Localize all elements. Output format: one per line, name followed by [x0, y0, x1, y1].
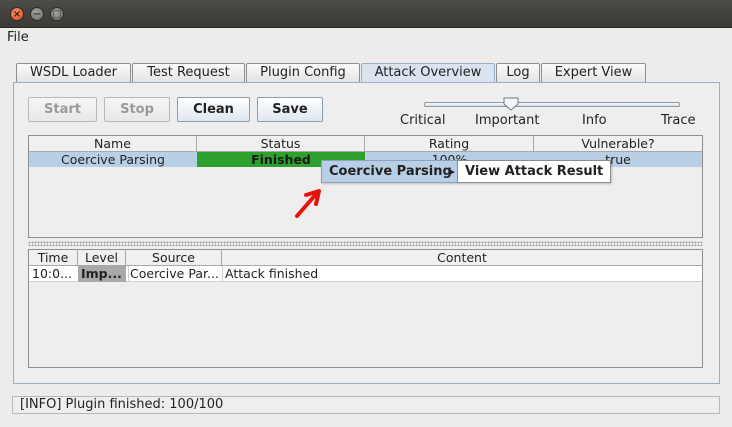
tab-attack-overview[interactable]: Attack Overview [361, 63, 495, 84]
slider-label-info: Info [582, 113, 607, 128]
cell-name: Coercive Parsing [61, 152, 165, 167]
menu-file[interactable]: File [7, 30, 29, 45]
tab-log[interactable]: Log [496, 63, 540, 83]
column-header-level[interactable]: Level [78, 250, 126, 266]
maximize-window-button[interactable]: □ [50, 7, 64, 21]
column-header-name[interactable]: Name [29, 136, 197, 152]
menu-item-coercive-parsing[interactable]: Coercive Parsing ▸ [322, 161, 457, 182]
table-row[interactable]: 10:0... Imp... Coercive Par... Attack fi… [29, 266, 702, 282]
cell-level: Imp... [78, 266, 126, 282]
minimize-window-button[interactable]: − [30, 7, 44, 21]
tab-expert-view[interactable]: Expert View [541, 63, 646, 83]
slider-label-critical: Critical [400, 113, 446, 128]
column-header-content[interactable]: Content [222, 250, 702, 266]
split-pane-divider[interactable] [28, 241, 703, 246]
cell-time: 10:0... [32, 266, 72, 281]
menu-item-label: Coercive Parsing [329, 164, 452, 179]
window-titlebar: × − □ [0, 0, 732, 28]
column-header-source[interactable]: Source [126, 250, 222, 266]
log-table: Time Level Source Content 10:0... Imp...… [28, 249, 703, 368]
submenu-arrow-icon: ▸ [449, 165, 455, 178]
start-button[interactable]: Start [28, 97, 97, 122]
column-header-status[interactable]: Status [197, 136, 365, 152]
cell-source: Coercive Par... [128, 266, 222, 281]
status-bar: [INFO] Plugin finished: 100/100 [12, 396, 720, 414]
severity-slider-track[interactable] [424, 102, 680, 107]
slider-label-important: Important [475, 113, 540, 128]
column-header-rating[interactable]: Rating [365, 136, 534, 152]
tab-test-request[interactable]: Test Request [132, 63, 245, 83]
slider-label-trace: Trace [661, 113, 696, 128]
cell-content: Attack finished [222, 266, 702, 281]
tab-wsdl-loader[interactable]: WSDL Loader [16, 63, 131, 83]
menubar: File [0, 28, 732, 48]
clean-button[interactable]: Clean [177, 97, 250, 122]
save-button[interactable]: Save [257, 97, 323, 122]
tab-plugin-config[interactable]: Plugin Config [246, 63, 360, 83]
context-submenu: View Attack Result [457, 160, 611, 183]
severity-slider-thumb[interactable] [503, 97, 519, 111]
menu-item-view-attack-result[interactable]: View Attack Result [458, 161, 610, 182]
attack-table: Name Status Rating Vulnerable? Coercive … [28, 135, 703, 238]
column-header-time[interactable]: Time [29, 250, 78, 266]
arrow-cursor-icon [295, 189, 321, 218]
stop-button[interactable]: Stop [104, 97, 170, 122]
context-menu: Coercive Parsing ▸ [321, 160, 458, 183]
close-window-button[interactable]: × [10, 7, 24, 21]
column-header-vulnerable[interactable]: Vulnerable? [534, 136, 702, 152]
